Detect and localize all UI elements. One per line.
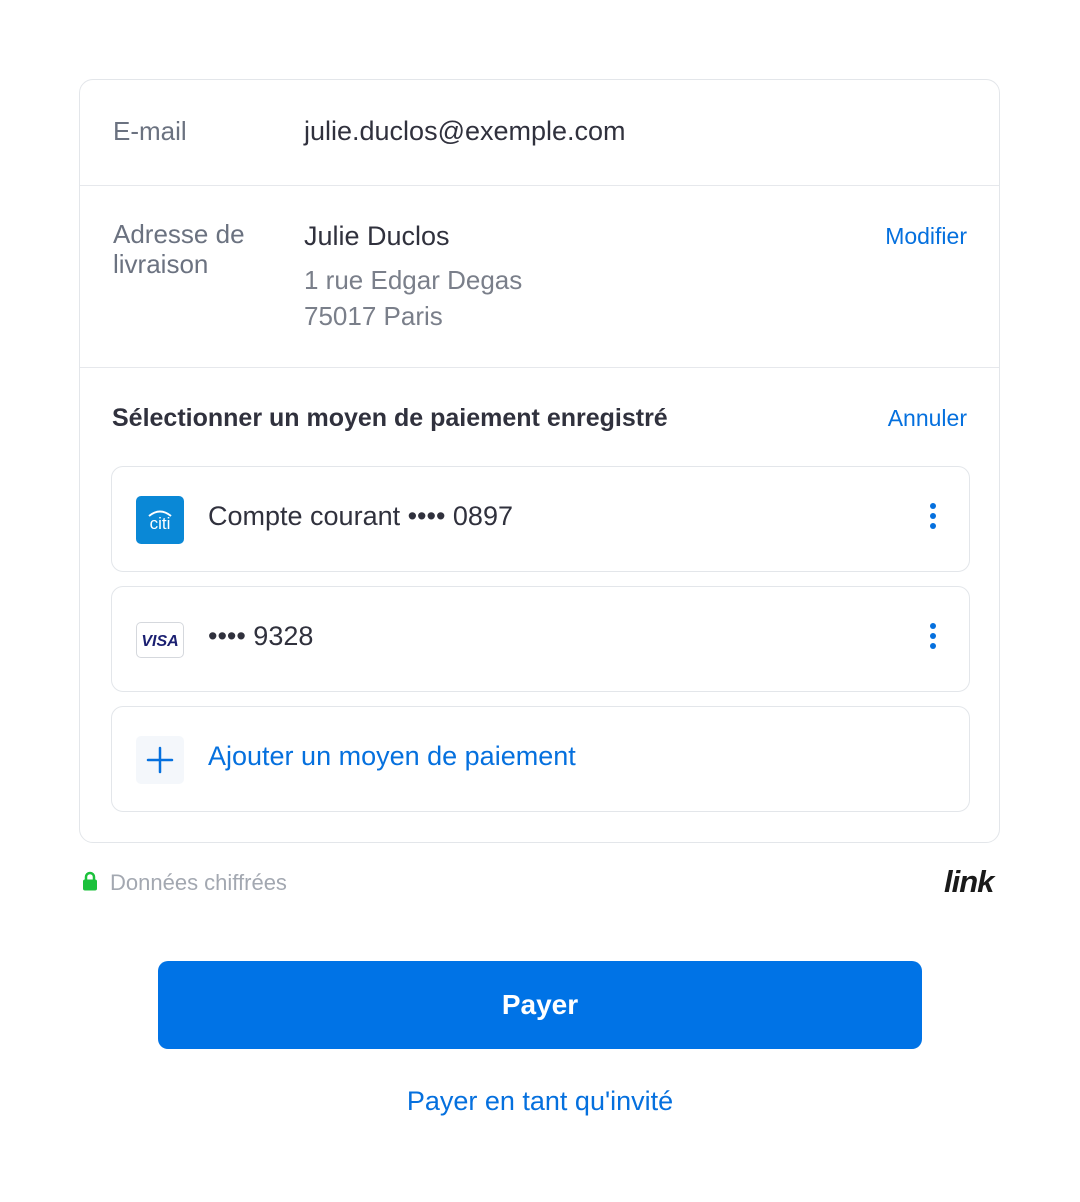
shipping-street: 1 rue Edgar Degas <box>304 265 523 295</box>
cancel-button[interactable]: Annuler <box>888 405 967 432</box>
payment-method-visa[interactable]: VISA •••• 9328 <box>111 586 970 692</box>
payment-section-title: Sélectionner un moyen de paiement enregi… <box>112 404 668 432</box>
payment-method-label: Compte courant •••• 0897 <box>208 501 513 531</box>
encrypted-data-text: Données chiffrées <box>110 870 287 895</box>
edit-address-button[interactable]: Modifier <box>885 223 967 250</box>
svg-text:VISA: VISA <box>141 633 178 650</box>
shipping-label: Adresse de livraison <box>113 219 245 279</box>
shipping-row: Adresse de livraison Julie Duclos 1 rue … <box>80 185 999 368</box>
email-row: E-mail julie.duclos@exemple.com <box>80 80 999 186</box>
add-payment-method-label: Ajouter un moyen de paiement <box>208 741 576 771</box>
email-label: E-mail <box>113 116 187 146</box>
more-options-icon[interactable] <box>925 623 941 657</box>
shipping-city: 75017 Paris <box>304 301 443 331</box>
payment-method-citi[interactable]: citi Compte courant •••• 0897 <box>111 466 970 572</box>
payment-method-label: •••• 9328 <box>208 621 314 651</box>
link-logo: link <box>944 864 994 899</box>
pay-button[interactable]: Payer <box>158 961 922 1049</box>
visa-card-icon: VISA <box>136 622 184 658</box>
more-options-icon[interactable] <box>925 503 941 537</box>
add-payment-method-button[interactable]: Ajouter un moyen de paiement <box>111 706 970 812</box>
citi-bank-icon: citi <box>136 496 184 544</box>
checkout-card: E-mail julie.duclos@exemple.com Adresse … <box>79 79 1000 843</box>
email-value[interactable]: julie.duclos@exemple.com <box>304 116 626 147</box>
shipping-name: Julie Duclos <box>304 221 450 251</box>
lock-icon <box>82 871 98 891</box>
pay-as-guest-link[interactable]: Payer en tant qu'invité <box>0 1086 1080 1117</box>
svg-text:citi: citi <box>150 514 171 533</box>
plus-icon <box>136 736 184 784</box>
